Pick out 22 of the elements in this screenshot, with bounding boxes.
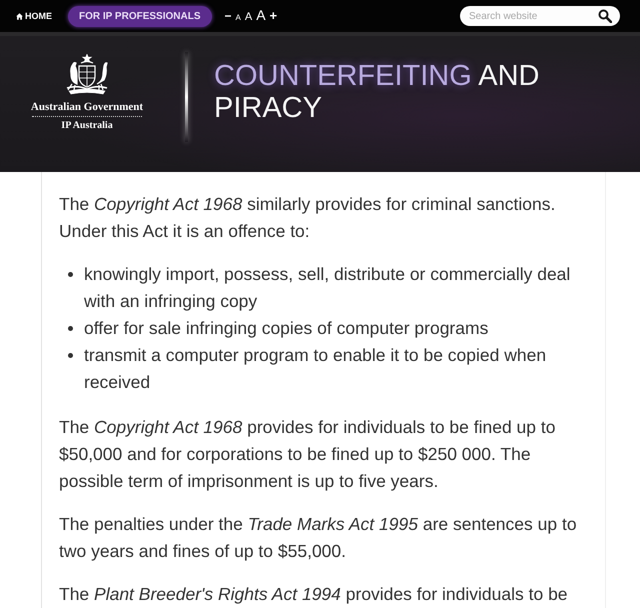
search-icon[interactable]: [598, 9, 612, 23]
search-field[interactable]: Search website: [460, 6, 620, 26]
house-icon: [16, 12, 23, 20]
body-paragraph: The Copyright Act 1968 provides for individuals to be fined up to $50,000 and for corporations to be fined up to $250 000. The possible term of imprisonment is up to five years.: [59, 416, 556, 493]
body-paragraph: The Copyright Act 1968 similarly provides for criminal sanctions. Under this Act it is an offence to:: [59, 193, 556, 243]
bullet-icon: [68, 326, 73, 331]
page-title: COUNTERFEITING AND PIRACY: [214, 60, 540, 124]
logo-title: Australian Government: [30, 101, 144, 114]
bullet-icon: [68, 353, 73, 358]
text-size-button[interactable]: A: [234, 10, 242, 24]
decrease-text-size-button[interactable]: −: [224, 8, 233, 22]
logo-subtitle: IP Australia: [61, 119, 113, 132]
list-item-text: transmit a computer program to enable it to be copied when received: [84, 344, 548, 394]
home-link[interactable]: HOME: [16, 10, 52, 22]
text-size-button[interactable]: A: [255, 8, 267, 22]
increase-text-size-button[interactable]: +: [268, 8, 278, 22]
bullet-icon: [68, 272, 73, 277]
list-item-text: offer for sale infringing copies of computer programs: [84, 317, 488, 340]
body-paragraph: The Plant Breeder's Rights Act 1994 provides for individuals to be: [59, 583, 569, 606]
text-size-button[interactable]: A: [244, 10, 254, 24]
audience-button[interactable]: FOR IP PROFESSIONALS: [68, 6, 212, 26]
body-paragraph: The penalties under the Trade Marks Act 1995 are sentences up to two years and fines of up to $55,000.: [59, 513, 578, 563]
